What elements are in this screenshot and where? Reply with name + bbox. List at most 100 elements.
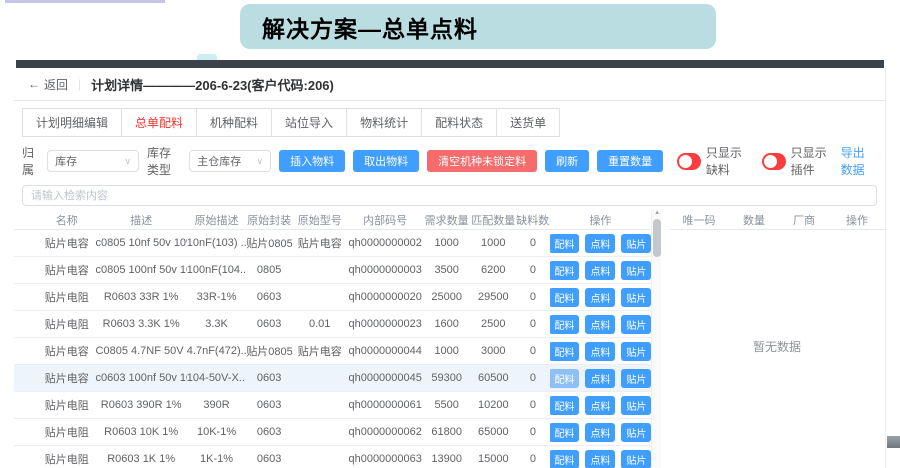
tab-0[interactable]: 计划明细编辑: [22, 108, 122, 137]
smt-button[interactable]: 贴片: [621, 369, 651, 388]
reset-quantity-button[interactable]: 重置数量: [597, 150, 663, 172]
count-button[interactable]: 点料: [585, 234, 615, 253]
refresh-button[interactable]: 刷新: [545, 150, 589, 172]
table-cell: 0: [516, 264, 550, 276]
count-button[interactable]: 点料: [585, 423, 615, 442]
table-row[interactable]: 贴片电容c0603 100nf 50v 10% 104104-50V-X...0…: [14, 365, 651, 392]
column-header: 操作: [550, 212, 651, 228]
table-cell: 59300: [423, 372, 471, 384]
table-row[interactable]: 贴片电阻R0603 390R 1%390R0603qh0000000061550…: [14, 392, 651, 419]
table-row[interactable]: 贴片电容c0805 10nf 50v 10%10nF(103) ...贴片080…: [14, 230, 651, 257]
tab-bar: 计划明细编辑总单配料机种配料站位导入物料统计配料状态送货单: [14, 101, 885, 137]
scrollbar-thumb[interactable]: [653, 219, 661, 257]
column-header: 原始封装: [246, 212, 292, 228]
table-cell: 3500: [423, 264, 471, 276]
table-cell: 0603: [246, 399, 292, 411]
count-button[interactable]: 点料: [585, 450, 615, 468]
takeout-material-button[interactable]: 取出物料: [353, 150, 419, 172]
table-cell: R0603 390R 1%: [96, 399, 187, 411]
allocate-button[interactable]: 配料: [550, 288, 580, 307]
row-actions: 配料点料贴片: [550, 261, 651, 280]
table-cell: 29500: [470, 291, 516, 303]
column-header: 缺料数量: [516, 212, 550, 228]
tab-3[interactable]: 站位导入: [271, 108, 347, 137]
table-cell: qh0000000020: [347, 291, 422, 303]
table-cell: C0805 4.7NF 50V 10% ...: [96, 345, 187, 357]
table-row[interactable]: 贴片电容C0805 4.7NF 50V 10% ...4.7nF(472)...…: [14, 338, 651, 365]
back-button[interactable]: ← 返回: [28, 76, 68, 93]
smt-button[interactable]: 贴片: [621, 288, 651, 307]
table-row[interactable]: 贴片电阻R0603 10K 1%10K-1%0603qh000000006261…: [14, 419, 651, 446]
stock-type-select-value: 主仓库存: [197, 153, 241, 169]
allocate-button[interactable]: 配料: [550, 369, 580, 388]
owner-select[interactable]: 库存 ∨: [47, 150, 139, 172]
materials-table: 名称描述原始描述原始封装原始型号内部码号需求数量匹配数量缺料数量操作贴片电容c0…: [14, 210, 651, 468]
tab-4[interactable]: 物料统计: [346, 108, 422, 137]
allocate-button[interactable]: 配料: [550, 450, 580, 468]
table-cell: 65000: [470, 426, 516, 438]
table-cell: 1000: [423, 237, 471, 249]
tab-2[interactable]: 机种配料: [196, 108, 272, 137]
allocate-button[interactable]: 配料: [550, 315, 580, 334]
table-cell: qh0000000061: [347, 399, 422, 411]
allocate-button[interactable]: 配料: [550, 234, 580, 253]
table-row[interactable]: 贴片电容c0805 100nf 50v 10%100nF(104...0805q…: [14, 257, 651, 284]
table-row[interactable]: 贴片电阻R0603 33R 1%33R-1%0603qh000000002025…: [14, 284, 651, 311]
smt-button[interactable]: 贴片: [621, 342, 651, 361]
search-input[interactable]: [22, 185, 877, 206]
export-data-link[interactable]: 导出数据: [841, 144, 875, 178]
column-header: 数量: [729, 212, 779, 228]
plugin-toggle-group: 只显示插件: [762, 144, 833, 178]
allocate-button[interactable]: 配料: [550, 342, 580, 361]
table-cell: qh0000000003: [347, 264, 422, 276]
tab-1[interactable]: 总单配料: [121, 108, 197, 137]
count-button[interactable]: 点料: [585, 261, 615, 280]
smt-button[interactable]: 贴片: [621, 261, 651, 280]
count-button[interactable]: 点料: [585, 288, 615, 307]
count-button[interactable]: 点料: [585, 342, 615, 361]
table-cell: qh0000000002: [347, 237, 422, 249]
allocate-button[interactable]: 配料: [550, 423, 580, 442]
allocate-button[interactable]: 配料: [550, 261, 580, 280]
table-cell: 2500: [470, 318, 516, 330]
table-cell: R0603 10K 1%: [96, 426, 187, 438]
show-plugin-toggle[interactable]: [762, 153, 786, 170]
table-scrollbar[interactable]: ▲ ▼: [651, 210, 661, 468]
table-cell: 1000: [423, 345, 471, 357]
count-button[interactable]: 点料: [585, 315, 615, 334]
count-button[interactable]: 点料: [585, 369, 615, 388]
table-cell: qh0000000045: [347, 372, 422, 384]
stock-type-select[interactable]: 主仓库存 ∨: [189, 150, 271, 172]
table-row[interactable]: 贴片电阻R0603 1K 1%1K-1%0603qh00000000631390…: [14, 446, 651, 468]
clear-unlocked-button[interactable]: 清空机种未锁定料: [427, 150, 537, 172]
allocate-button[interactable]: 配料: [550, 396, 580, 415]
column-header: 匹配数量: [470, 212, 516, 228]
tables-area: 名称描述原始描述原始封装原始型号内部码号需求数量匹配数量缺料数量操作贴片电容c0…: [14, 210, 885, 468]
smt-button[interactable]: 贴片: [621, 423, 651, 442]
show-shortage-toggle[interactable]: [677, 153, 701, 170]
edge-scrollbar-thumb[interactable]: [887, 436, 900, 448]
smt-button[interactable]: 贴片: [621, 315, 651, 334]
table-cell: 1000: [470, 237, 516, 249]
table-cell: 贴片电容: [292, 343, 348, 359]
insert-material-button[interactable]: 插入物料: [279, 150, 345, 172]
plan-detail-title: 计划详情————206-6-23(客户代码:206): [91, 75, 334, 94]
table-row[interactable]: 贴片电阻R0603 3.3K 1%3.3K06030.01qh000000002…: [14, 311, 651, 338]
column-header: 描述: [96, 212, 187, 228]
smt-button[interactable]: 贴片: [621, 234, 651, 253]
table-cell: 60500: [470, 372, 516, 384]
table-cell: 0: [516, 291, 550, 303]
table-cell: 0: [516, 345, 550, 357]
table-cell: 61800: [423, 426, 471, 438]
smt-button[interactable]: 贴片: [621, 450, 651, 468]
tab-6[interactable]: 送货单: [496, 108, 560, 137]
table-cell: 贴片电容: [38, 343, 96, 359]
search-row: [14, 178, 885, 206]
smt-button[interactable]: 贴片: [621, 396, 651, 415]
table-cell: 0603: [246, 453, 292, 465]
count-button[interactable]: 点料: [585, 396, 615, 415]
tab-5[interactable]: 配料状态: [421, 108, 497, 137]
scroll-up-icon[interactable]: ▲: [652, 210, 662, 216]
row-actions: 配料点料贴片: [550, 450, 651, 468]
table-cell: qh0000000062: [347, 426, 422, 438]
